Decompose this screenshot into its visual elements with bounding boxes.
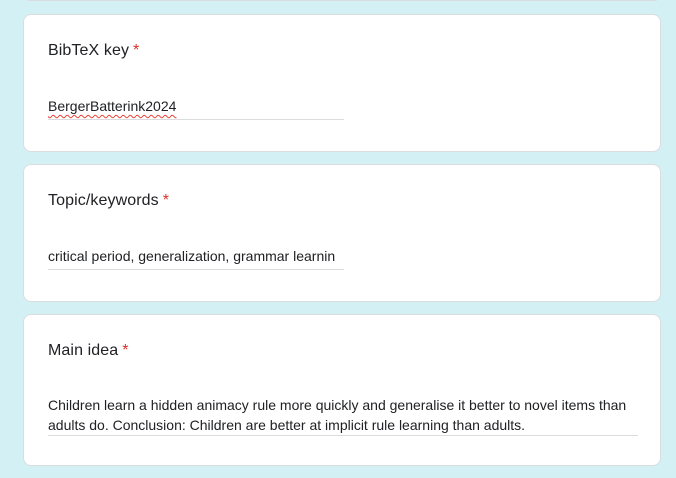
answer-text: BergerBatterink2024 bbox=[48, 98, 177, 114]
required-asterisk: * bbox=[162, 192, 170, 209]
answer-text: critical period, generalization, grammar… bbox=[48, 248, 336, 264]
form-page: BibTeX key * BergerBatterink2024 Topic/ke… bbox=[0, 0, 676, 478]
bibtex-key-input[interactable]: BergerBatterink2024 bbox=[48, 97, 344, 120]
question-title: Topic/keywords * bbox=[48, 192, 169, 210]
answer-text: Children learn a hidden animacy rule mor… bbox=[48, 397, 627, 433]
question-card-main-idea: Main idea * Children learn a hidden anima… bbox=[23, 314, 661, 466]
required-asterisk: * bbox=[122, 342, 129, 359]
question-card-topic-keywords: Topic/keywords * critical period, general… bbox=[23, 164, 661, 302]
previous-question-card bbox=[23, 0, 661, 1]
question-title: Main idea * bbox=[48, 342, 129, 360]
question-title-text: BibTeX key bbox=[48, 42, 130, 59]
topic-keywords-input[interactable]: critical period, generalization, grammar… bbox=[48, 247, 344, 270]
question-card-bibtex-key: BibTeX key * BergerBatterink2024 bbox=[23, 14, 661, 152]
question-title-text: Main idea bbox=[48, 342, 119, 359]
main-idea-textarea[interactable]: Children learn a hidden animacy rule mor… bbox=[48, 395, 638, 436]
required-asterisk: * bbox=[133, 42, 140, 59]
question-title-text: Topic/keywords bbox=[48, 192, 159, 209]
question-title: BibTeX key * bbox=[48, 42, 139, 60]
